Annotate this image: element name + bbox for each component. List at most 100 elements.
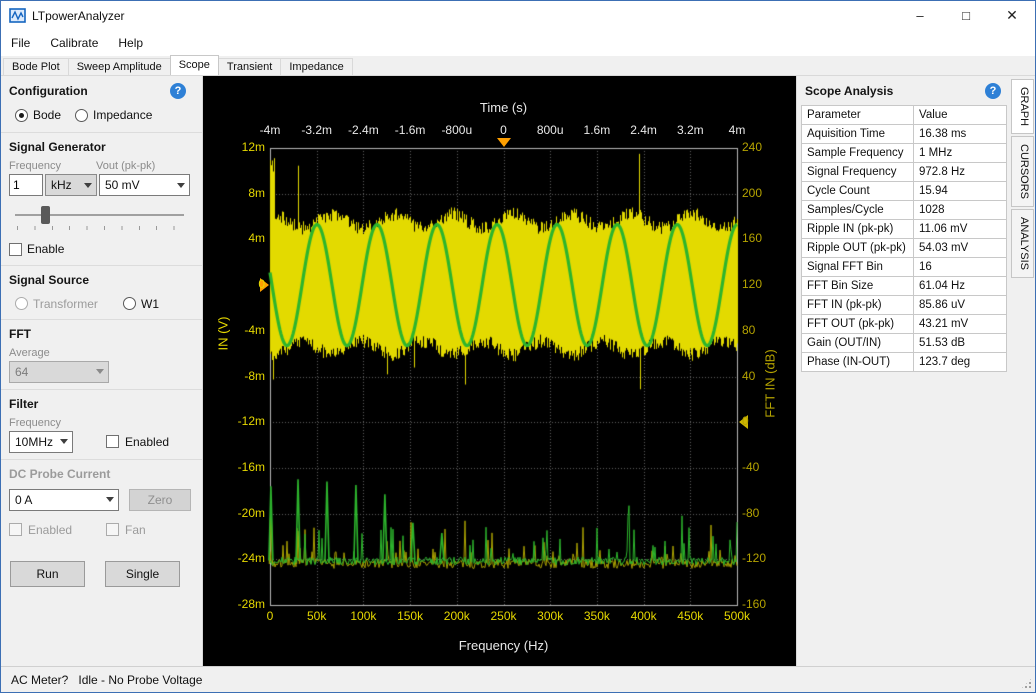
time-tick-label: 0	[481, 124, 527, 137]
time-tick-label: 2.4m	[621, 124, 667, 137]
time-tick-label: -1.6m	[387, 124, 433, 137]
checkbox-icon	[106, 435, 119, 448]
chevron-down-icon	[60, 439, 68, 444]
in-tick-label: -4m	[203, 324, 265, 337]
parameter-cell: Ripple OUT (pk-pk)	[802, 239, 914, 258]
transformer-radio[interactable]: Transformer	[15, 297, 123, 311]
slider-thumb[interactable]	[41, 206, 50, 224]
chevron-down-icon	[96, 369, 104, 374]
app-icon	[9, 7, 26, 24]
radio-dot-icon	[15, 109, 28, 122]
configuration-panel: Configuration ? Bode Impedance Signal Ge…	[1, 76, 203, 666]
single-button[interactable]: Single	[105, 561, 180, 587]
fft-tick-label: -40	[742, 461, 786, 474]
in-tick-label: -20m	[203, 507, 265, 520]
fan-label: Fan	[125, 523, 146, 537]
value-cell: 11.06 mV	[914, 220, 1007, 239]
help-icon[interactable]: ?	[985, 83, 1001, 99]
configuration-title: Configuration	[9, 84, 88, 98]
menu-help[interactable]: Help	[108, 30, 153, 56]
minimize-button[interactable]: –	[897, 1, 943, 30]
table-row: Samples/Cycle1028	[802, 201, 1007, 220]
amplitude-slider[interactable]	[15, 206, 188, 232]
fft-tick-label: -120	[742, 552, 786, 565]
help-icon[interactable]: ?	[170, 83, 186, 99]
parameter-cell: FFT Bin Size	[802, 277, 914, 296]
filter-enabled-label: Enabled	[125, 435, 169, 449]
value-cell: 16	[914, 258, 1007, 277]
parameter-cell: Gain (OUT/IN)	[802, 334, 914, 353]
frequency-input[interactable]	[9, 174, 43, 196]
side-tab-graph[interactable]: GRAPH	[1011, 79, 1034, 134]
vout-select[interactable]: 50 mV	[99, 174, 190, 196]
run-button[interactable]: Run	[10, 561, 85, 587]
side-tab-strip: GRAPHCURSORSANALYSIS	[1009, 76, 1035, 666]
signal-source-title: Signal Source	[9, 273, 194, 287]
time-axis-label: Time (s)	[270, 100, 737, 115]
table-row: Aquisition Time16.38 ms	[802, 125, 1007, 144]
average-select[interactable]: 64	[9, 361, 109, 383]
bode-radio[interactable]: Bode	[15, 108, 61, 122]
table-row: Phase (IN-OUT)123.7 deg	[802, 353, 1007, 372]
zero-button[interactable]: Zero	[129, 489, 191, 511]
signal-source-section: Signal Source Transformer W1	[1, 265, 202, 319]
freq-tick-label: 350k	[574, 610, 620, 623]
dc-probe-enabled-checkbox[interactable]: Enabled	[9, 523, 106, 537]
in-tick-label: -16m	[203, 461, 265, 474]
freq-tick-label: 250k	[481, 610, 527, 623]
tab-impedance[interactable]: Impedance	[280, 58, 352, 75]
signal-generator-title: Signal Generator	[9, 140, 194, 154]
scope-plot[interactable]	[203, 76, 796, 666]
scope-analysis-title: Scope Analysis	[805, 84, 893, 98]
time-cursor-marker[interactable]	[497, 138, 511, 147]
fan-checkbox[interactable]: Fan	[106, 523, 146, 537]
menu-file[interactable]: File	[1, 30, 40, 56]
tab-transient[interactable]: Transient	[218, 58, 281, 75]
value-cell: 51.53 dB	[914, 334, 1007, 353]
parameter-cell: Sample Frequency	[802, 144, 914, 163]
parameter-cell: Phase (IN-OUT)	[802, 353, 914, 372]
close-button[interactable]: ✕	[989, 1, 1035, 30]
in-tick-label: 12m	[203, 141, 265, 154]
freq-tick-label: 300k	[527, 610, 573, 623]
fft-tick-label: 120	[742, 278, 786, 291]
enable-checkbox[interactable]: Enable	[9, 242, 64, 256]
w1-radio[interactable]: W1	[123, 297, 159, 311]
tab-bode-plot[interactable]: Bode Plot	[3, 58, 69, 75]
filter-enabled-checkbox[interactable]: Enabled	[106, 435, 169, 449]
value-cell: 123.7 deg	[914, 353, 1007, 372]
checkbox-icon	[9, 243, 22, 256]
filter-frequency-select[interactable]: 10MHz	[9, 431, 73, 453]
value-cell: 16.38 ms	[914, 125, 1007, 144]
fft-tick-label: 40	[742, 370, 786, 383]
average-value: 64	[15, 365, 28, 379]
vout-value: 50 mV	[105, 178, 140, 192]
resize-grip[interactable]	[1020, 677, 1033, 690]
maximize-button[interactable]: □	[943, 1, 989, 30]
bode-radio-label: Bode	[33, 108, 61, 122]
chevron-down-icon	[84, 183, 92, 188]
freq-tick-label: 150k	[387, 610, 433, 623]
w1-radio-label: W1	[141, 297, 159, 311]
frequency-label: Frequency	[9, 160, 96, 172]
scope-chart: Time (s) Frequency (Hz) IN (V) FFT IN (d…	[203, 76, 796, 666]
table-row: FFT Bin Size61.04 Hz	[802, 277, 1007, 296]
freq-tick-label: 0	[247, 610, 293, 623]
scope-analysis-panel: Scope Analysis ? ParameterValueAquisitio…	[796, 76, 1009, 666]
value-cell: 1028	[914, 201, 1007, 220]
tab-scope[interactable]: Scope	[170, 55, 219, 75]
menu-calibrate[interactable]: Calibrate	[40, 30, 108, 56]
window-controls: – □ ✕	[897, 1, 1035, 30]
dc-probe-current-select[interactable]: 0 A	[9, 489, 119, 511]
in-tick-label: -8m	[203, 370, 265, 383]
side-tab-analysis[interactable]: ANALYSIS	[1011, 209, 1034, 278]
tab-sweep-amplitude[interactable]: Sweep Amplitude	[68, 58, 171, 75]
frequency-unit-select[interactable]: kHz	[45, 174, 97, 196]
impedance-radio[interactable]: Impedance	[75, 108, 152, 122]
time-tick-label: -4m	[247, 124, 293, 137]
parameter-cell: FFT OUT (pk-pk)	[802, 315, 914, 334]
freq-tick-label: 200k	[434, 610, 480, 623]
freq-tick-label: 500k	[714, 610, 760, 623]
time-tick-label: -2.4m	[340, 124, 386, 137]
side-tab-cursors[interactable]: CURSORS	[1011, 136, 1034, 207]
